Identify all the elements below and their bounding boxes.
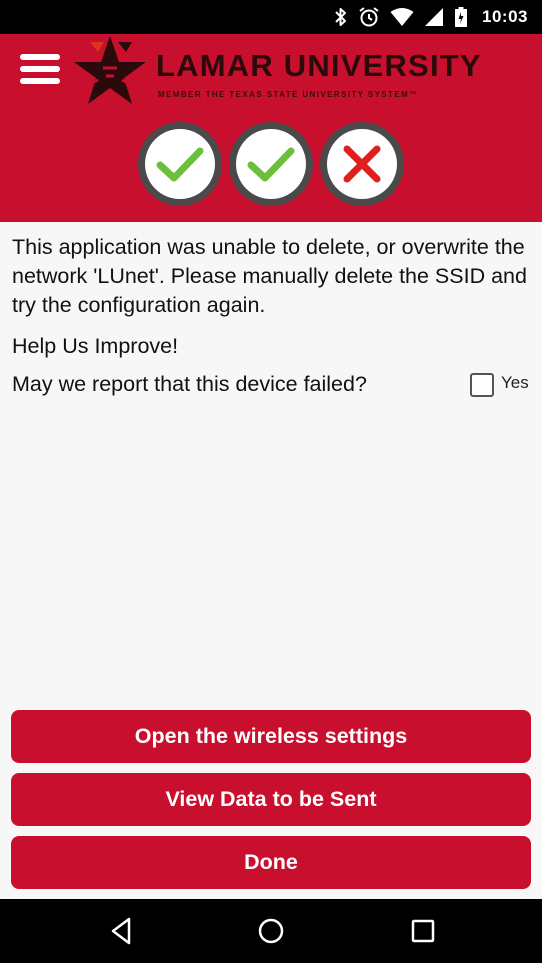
improve-heading: Help Us Improve! <box>12 334 179 358</box>
menu-button[interactable] <box>20 54 62 88</box>
progress-steps <box>0 122 542 206</box>
main-content: This application was unable to delete, o… <box>0 222 542 899</box>
report-question: May we report that this device failed? <box>12 372 367 396</box>
open-wireless-settings-button[interactable]: Open the wireless settings <box>11 710 531 763</box>
system-nav-bar <box>0 899 542 963</box>
alarm-icon <box>359 7 379 27</box>
battery-icon <box>455 7 468 27</box>
step-1-indicator <box>138 122 222 206</box>
recents-icon[interactable] <box>410 913 436 949</box>
status-time: 10:03 <box>482 7 528 26</box>
error-message: This application was unable to delete, o… <box>12 235 527 317</box>
step-3-indicator <box>320 122 404 206</box>
lamar-star-logo <box>74 36 146 104</box>
logo-subtitle: MEMBER THE TEXAS STATE UNIVERSITY SYSTEM… <box>158 90 419 99</box>
view-data-button[interactable]: View Data to be Sent <box>11 773 531 826</box>
menu-icon <box>20 54 60 60</box>
step-2-indicator <box>229 122 313 206</box>
report-checkbox[interactable] <box>470 373 494 397</box>
app-header: LAMAR UNIVERSITY MEMBER THE TEXAS STATE … <box>0 34 542 222</box>
report-checkbox-label[interactable]: Yes <box>501 373 529 393</box>
check-icon <box>247 147 295 182</box>
home-icon[interactable] <box>256 913 286 949</box>
wifi-icon <box>390 8 414 26</box>
logo-title: LAMAR UNIVERSITY <box>156 48 482 83</box>
bluetooth-icon <box>335 8 347 26</box>
back-icon[interactable] <box>108 913 134 949</box>
status-bar: 10:03 <box>0 0 542 34</box>
check-icon <box>156 147 204 182</box>
signal-icon <box>425 8 444 26</box>
status-icons: 10:03 <box>334 0 528 34</box>
x-icon <box>343 145 381 183</box>
done-button[interactable]: Done <box>11 836 531 889</box>
